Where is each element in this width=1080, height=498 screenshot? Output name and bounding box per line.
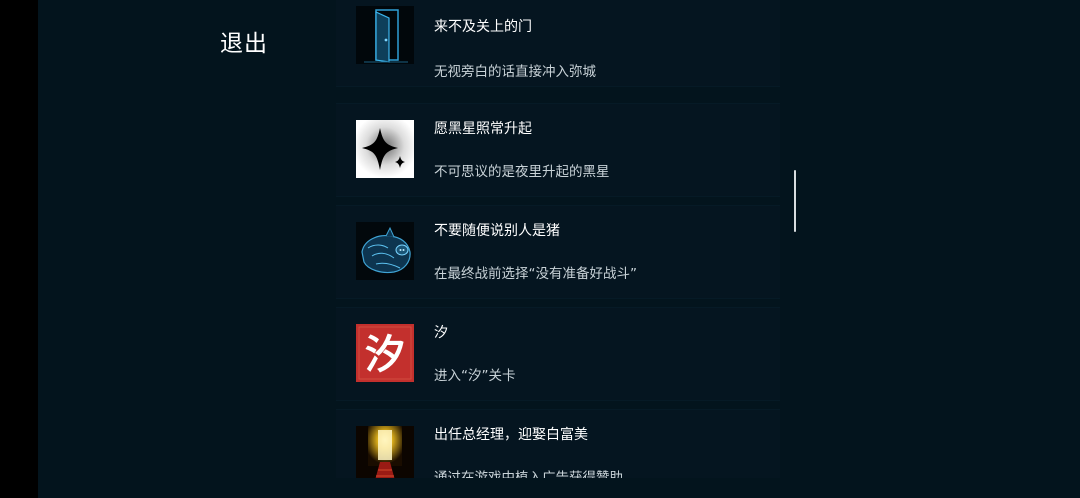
achievements-screen: 退出 来不及关上的门 无视旁白的话直接冲入弥城 愿黑星照常升起 不可思议的是夜里… [38, 0, 1080, 498]
exit-button[interactable]: 退出 [220, 24, 268, 58]
achievement-card[interactable]: 汐 汐 进入“汐”关卡 [336, 308, 780, 400]
door-icon [356, 6, 414, 64]
achievement-title: 来不及关上的门 [434, 19, 532, 35]
achievement-card[interactable]: 愿黑星照常升起 不可思议的是夜里升起的黑星 [336, 104, 780, 196]
achievement-desc: 在最终战前选择“没有准备好战斗” [434, 266, 637, 282]
achievement-desc: 进入“汐”关卡 [434, 368, 516, 384]
achievement-title: 汐 [434, 325, 448, 341]
achievement-card[interactable]: 出任总经理，迎娶白富美 通过在游戏中植入广告获得赞助 [336, 410, 780, 478]
achievement-desc: 不可思议的是夜里升起的黑星 [434, 164, 610, 180]
achievement-desc: 通过在游戏中植入广告获得赞助 [434, 470, 623, 478]
xi-character-text: 汐 [365, 332, 405, 378]
achievement-list[interactable]: 来不及关上的门 无视旁白的话直接冲入弥城 愿黑星照常升起 不可思议的是夜里升起的… [336, 0, 780, 478]
scrollbar[interactable] [794, 170, 796, 232]
achievement-title: 出任总经理，迎娶白富美 [434, 427, 588, 443]
achievement-card[interactable]: 来不及关上的门 无视旁白的话直接冲入弥城 [336, 0, 780, 86]
achievement-card[interactable]: 不要随便说别人是猪 在最终战前选择“没有准备好战斗” [336, 206, 780, 298]
black-star-icon [356, 120, 414, 178]
golden-corridor-icon [356, 426, 414, 478]
achievement-title: 不要随便说别人是猪 [434, 223, 560, 239]
xi-character-icon: 汐 [356, 324, 414, 382]
achievement-desc: 无视旁白的话直接冲入弥城 [434, 64, 596, 80]
pig-icon [356, 222, 414, 280]
achievement-title: 愿黑星照常升起 [434, 121, 532, 137]
